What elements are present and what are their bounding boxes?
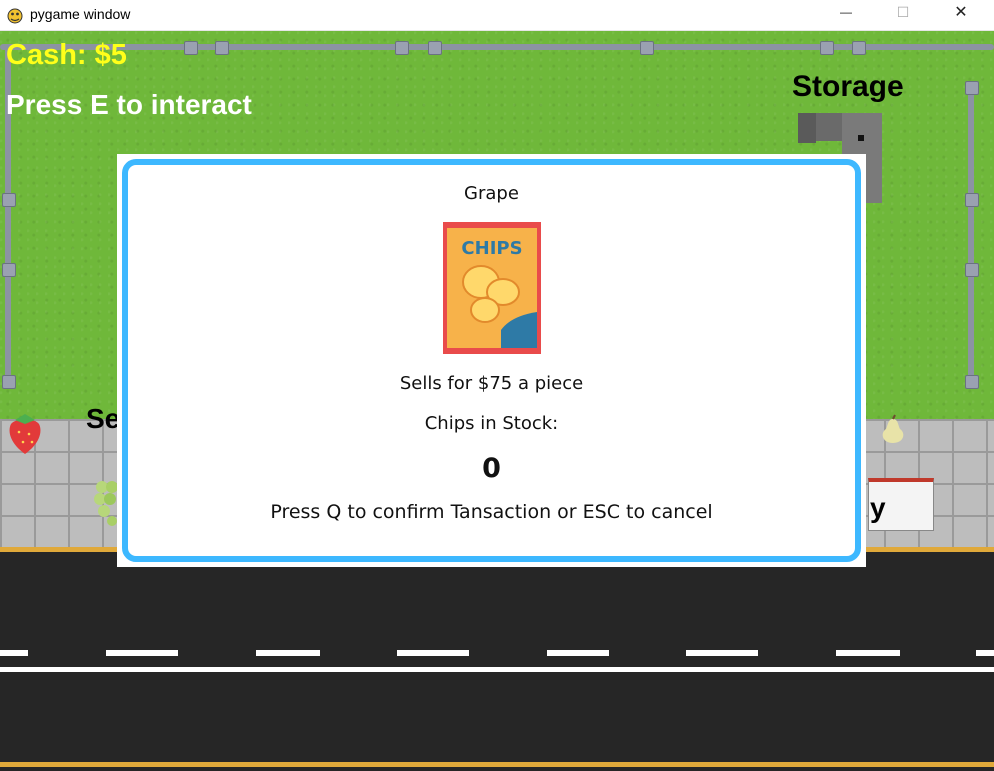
fence-post: [428, 41, 442, 55]
maximize-button[interactable]: ☐: [874, 0, 932, 24]
minimize-icon: —: [840, 5, 852, 19]
chips-bag-text: CHIPS: [461, 238, 522, 259]
confirm-instructions: Press Q to confirm Tansaction or ESC to …: [270, 501, 713, 523]
close-button[interactable]: ✕: [932, 0, 990, 24]
fence-post: [2, 375, 16, 389]
buy-label: y: [870, 492, 886, 523]
seller-label: Se: [86, 403, 121, 434]
lane-dash: [106, 650, 178, 656]
storage-label: Storage: [792, 70, 904, 103]
fence-post: [965, 193, 979, 207]
fence-post: [965, 263, 979, 277]
fence-post: [965, 375, 979, 389]
lane-dash: [397, 650, 469, 656]
stock-count: 0: [482, 453, 501, 484]
cash-display: Cash: $5: [6, 39, 127, 71]
lane-dash: [686, 650, 758, 656]
lane-solid-line: [0, 667, 994, 672]
stock-label: Chips in Stock:: [424, 413, 559, 434]
fence-post: [184, 41, 198, 55]
chips-bag-icon: CHIPS: [443, 222, 541, 354]
fence-right: [968, 81, 974, 381]
strawberry-icon[interactable]: [5, 410, 45, 456]
interact-hint: Press E to interact: [6, 89, 252, 120]
fence-post: [215, 41, 229, 55]
fence-post: [640, 41, 654, 55]
fence-post: [820, 41, 834, 55]
fence-post: [852, 41, 866, 55]
maximize-icon: ☐: [896, 3, 910, 20]
fence-post: [395, 41, 409, 55]
close-icon: ✕: [954, 4, 968, 21]
fence-post: [965, 81, 979, 95]
fence-top: [0, 44, 994, 50]
lane-dash: [976, 650, 994, 656]
window-titlebar[interactable]: pygame window — ☐ ✕: [0, 0, 994, 31]
lane-dash: [547, 650, 609, 656]
road-edge-line: [0, 762, 994, 767]
lane-dash: [836, 650, 900, 656]
dialog-title: Grape: [464, 183, 519, 204]
minimize-button[interactable]: —: [817, 0, 875, 24]
pear-icon[interactable]: [876, 413, 910, 447]
window-title: pygame window: [30, 6, 131, 22]
fence-post: [2, 193, 16, 207]
fence-post: [2, 263, 16, 277]
price-line: Sells for $75 a piece: [399, 373, 584, 394]
lane-dash: [256, 650, 320, 656]
lane-dash: [0, 650, 28, 656]
pygame-snake-icon: [7, 8, 23, 24]
road: [0, 552, 994, 771]
